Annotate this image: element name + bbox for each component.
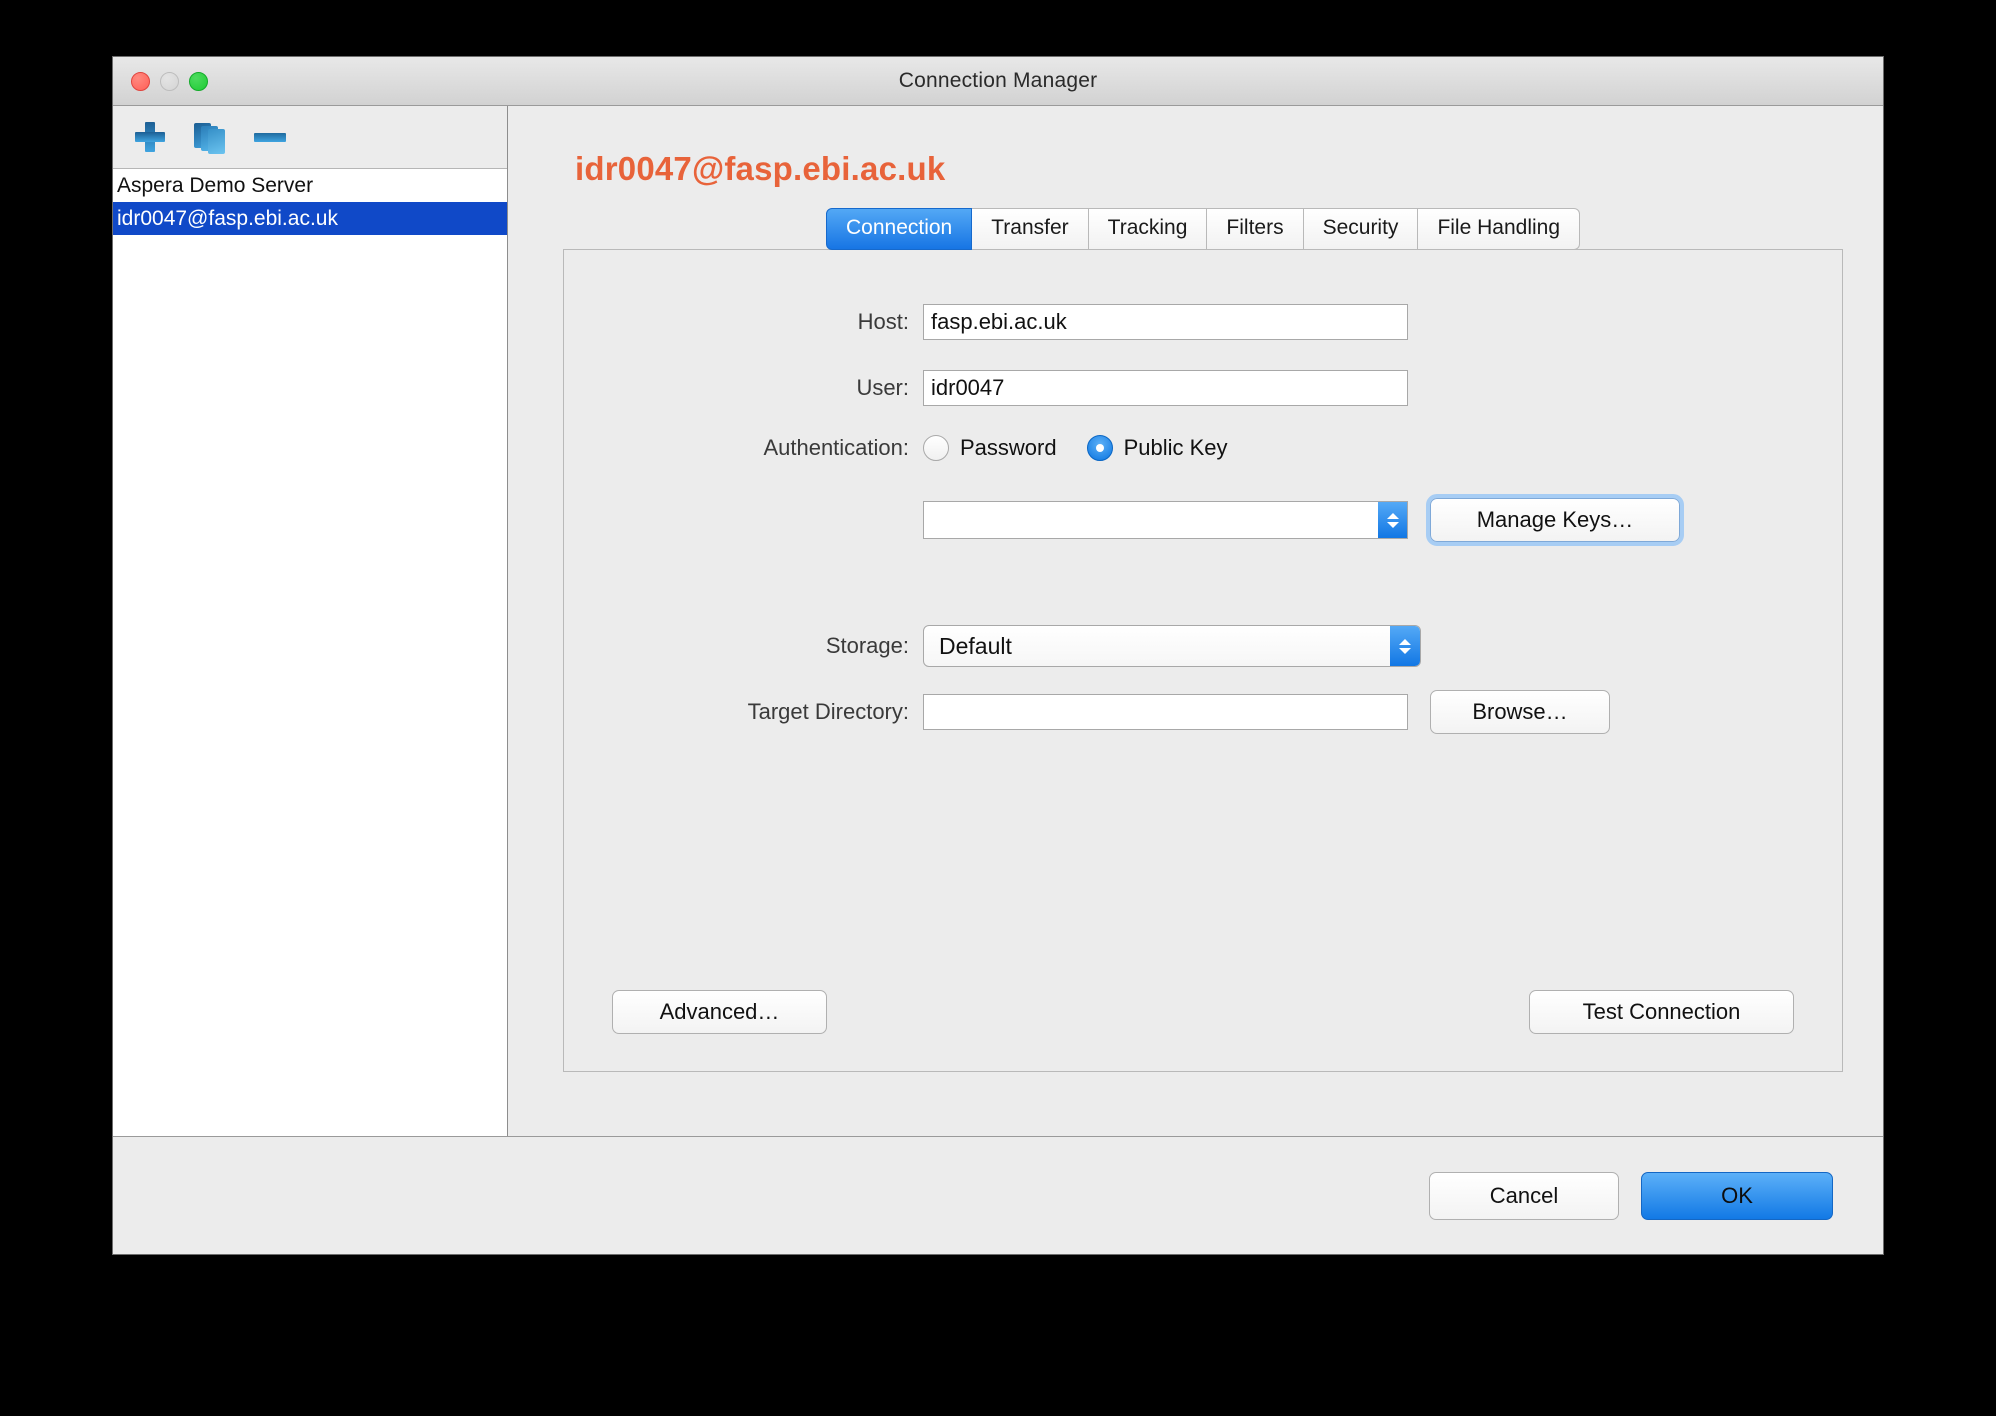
- tab-security[interactable]: Security: [1303, 208, 1419, 250]
- test-connection-button-wrap: Test Connection: [1529, 990, 1794, 1034]
- tab-transfer[interactable]: Transfer: [972, 208, 1089, 250]
- authentication-label: Authentication:: [763, 435, 909, 460]
- storage-select[interactable]: Default: [923, 625, 1421, 667]
- radio-checked-icon: [1086, 435, 1113, 461]
- authentication-row: Authentication: Password Public Key: [564, 435, 1842, 461]
- host-label: Host:: [857, 309, 909, 334]
- window-title: Connection Manager: [898, 69, 1098, 92]
- target-directory-input[interactable]: [923, 694, 1408, 730]
- tab-tracking[interactable]: Tracking: [1088, 208, 1208, 250]
- tab-filters[interactable]: Filters: [1207, 208, 1304, 250]
- browse-button[interactable]: Browse…: [1430, 690, 1610, 734]
- connection-form: Host: fasp.ebi.ac.uk User: idr0047 Authe…: [563, 249, 1843, 1072]
- window-body: Aspera Demo Server idr0047@fasp.ebi.ac.u…: [113, 106, 1883, 1136]
- host-input[interactable]: fasp.ebi.ac.uk: [923, 304, 1408, 340]
- auth-publickey-radio[interactable]: Public Key: [1086, 435, 1228, 461]
- test-connection-button[interactable]: Test Connection: [1529, 990, 1794, 1034]
- page-title: idr0047@fasp.ebi.ac.uk: [575, 150, 946, 187]
- auth-password-radio[interactable]: Password: [923, 435, 1057, 461]
- advanced-button[interactable]: Advanced…: [612, 990, 827, 1034]
- cancel-button[interactable]: Cancel: [1429, 1171, 1619, 1220]
- list-item[interactable]: Aspera Demo Server: [113, 169, 507, 202]
- list-item[interactable]: idr0047@fasp.ebi.ac.uk: [113, 202, 507, 235]
- connections-sidebar: Aspera Demo Server idr0047@fasp.ebi.ac.u…: [113, 106, 508, 1136]
- ok-button[interactable]: OK: [1641, 1171, 1833, 1220]
- manage-keys-button[interactable]: Manage Keys…: [1426, 494, 1684, 546]
- storage-select-value: Default: [939, 632, 1012, 659]
- stepper-arrows-icon[interactable]: [1378, 502, 1407, 538]
- dialog-footer: Cancel OK: [113, 1136, 1883, 1254]
- user-row: User: idr0047: [564, 370, 1842, 406]
- host-row: Host: fasp.ebi.ac.uk: [564, 304, 1842, 340]
- tab-connection[interactable]: Connection: [825, 208, 973, 250]
- sidebar-toolbar: [113, 106, 507, 169]
- private-key-select[interactable]: [923, 501, 1408, 539]
- auth-password-label: Password: [960, 435, 1057, 460]
- tab-file-handling[interactable]: File Handling: [1418, 208, 1581, 250]
- key-selection-row: Manage Keys…: [564, 494, 1842, 546]
- tab-bar: Connection Transfer Tracking Filters Sec…: [563, 208, 1843, 250]
- target-directory-label: Target Directory:: [747, 699, 909, 724]
- plus-icon[interactable]: [133, 120, 167, 154]
- connections-list[interactable]: Aspera Demo Server idr0047@fasp.ebi.ac.u…: [113, 169, 507, 1136]
- connection-manager-window: Connection Manager Aspera Demo Server id…: [112, 56, 1884, 1255]
- minus-icon[interactable]: [253, 120, 287, 154]
- advanced-button-wrap: Advanced…: [612, 990, 827, 1034]
- target-directory-row: Target Directory: Browse…: [564, 690, 1842, 734]
- auth-publickey-label: Public Key: [1123, 435, 1228, 460]
- user-label: User:: [856, 375, 909, 400]
- user-input[interactable]: idr0047: [923, 370, 1408, 406]
- radio-unchecked-icon: [923, 435, 949, 461]
- screen-background: Connection Manager Aspera Demo Server id…: [0, 0, 1996, 1416]
- window-titlebar: Connection Manager: [113, 57, 1883, 106]
- connection-details-pane: idr0047@fasp.ebi.ac.uk Connection Transf…: [508, 106, 1883, 1136]
- storage-row: Storage: Default: [564, 625, 1842, 667]
- storage-label: Storage:: [825, 633, 909, 658]
- stepper-arrows-icon[interactable]: [1390, 626, 1420, 666]
- duplicate-pages-icon[interactable]: [193, 120, 227, 154]
